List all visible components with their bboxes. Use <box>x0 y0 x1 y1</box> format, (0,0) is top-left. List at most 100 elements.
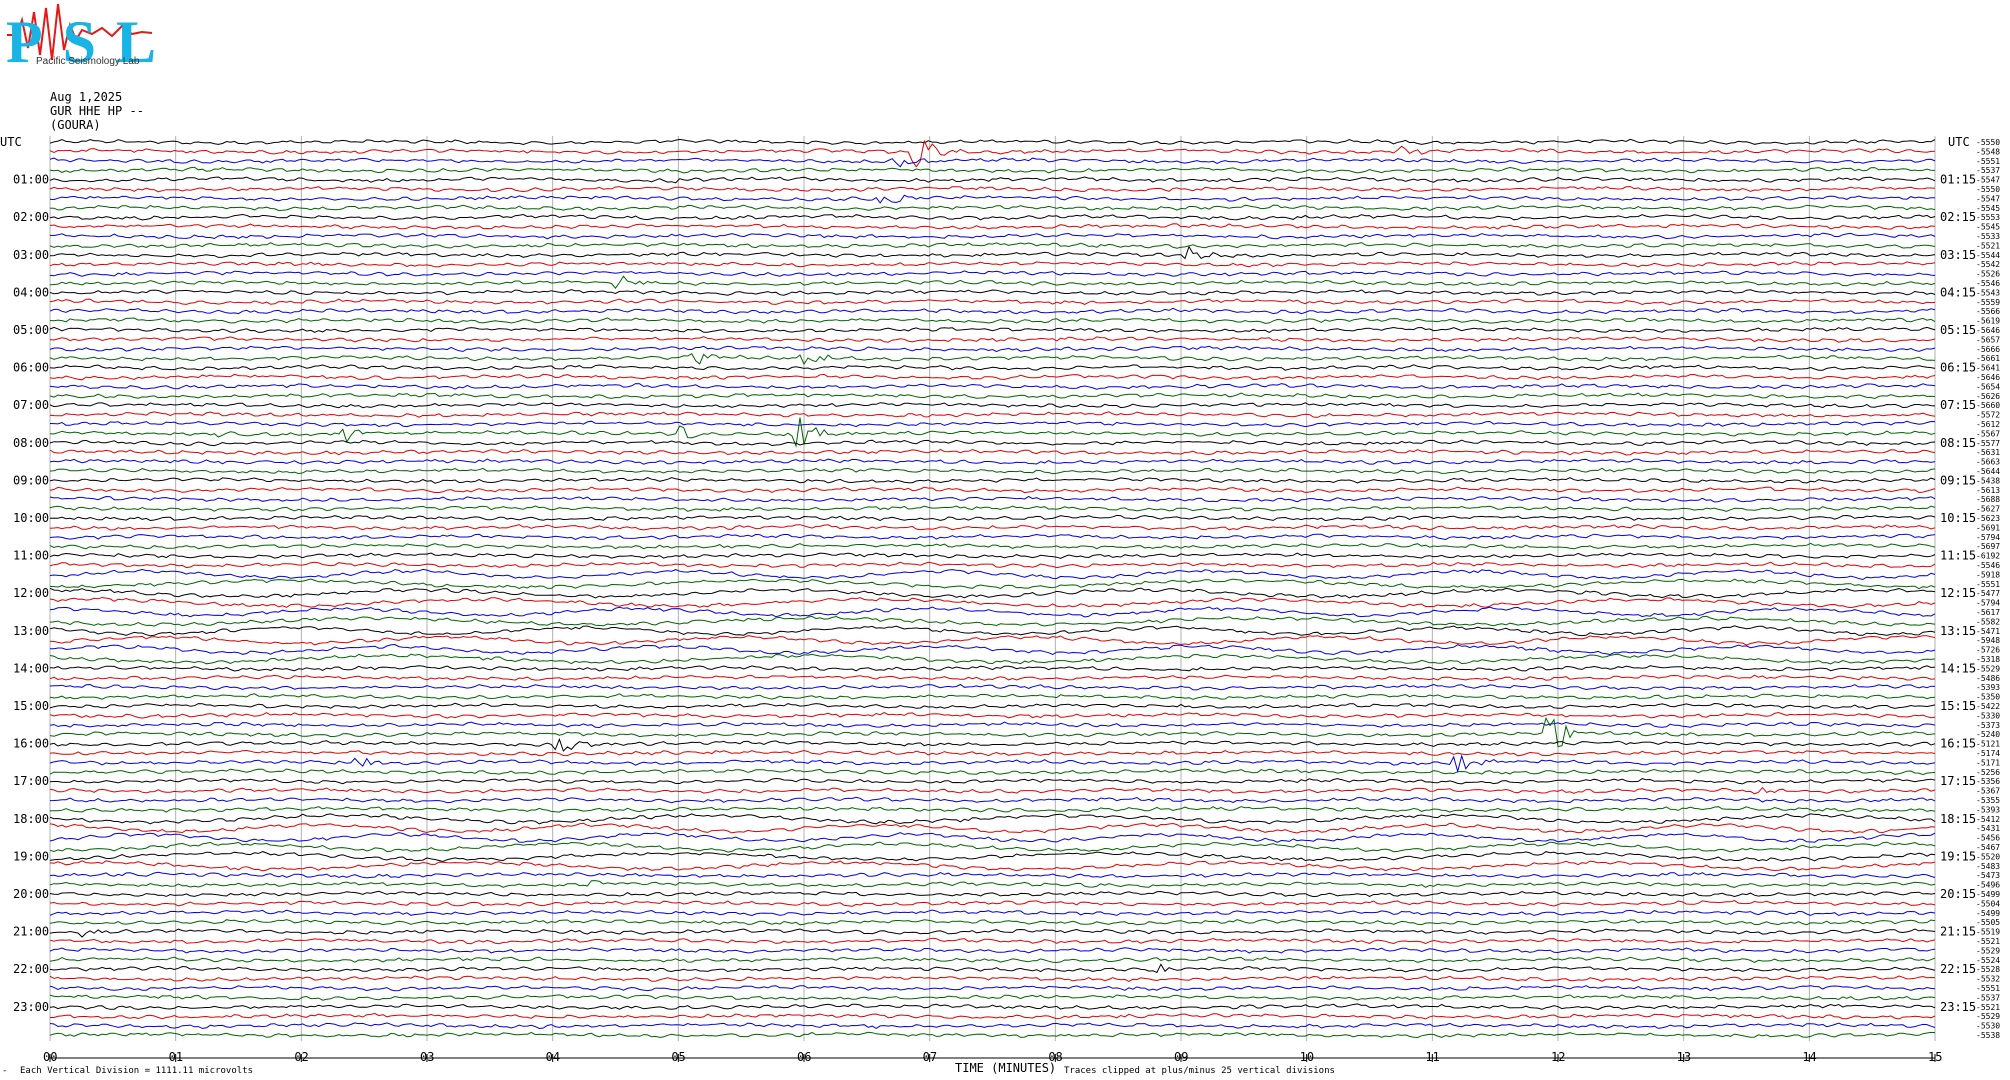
x-tick-label: 06 <box>797 1050 811 1064</box>
trace-offset-label: -5551 <box>1976 984 2000 993</box>
x-tick-label: 03 <box>420 1050 434 1064</box>
seismic-trace <box>49 683 1936 691</box>
trace-offset-label: -5521 <box>1976 937 2000 946</box>
trace-offset-label: -5412 <box>1976 815 2000 824</box>
seismic-trace <box>49 1031 1936 1039</box>
seismic-trace <box>49 606 1936 618</box>
trace-offset-label: -5473 <box>1976 871 2000 880</box>
seismic-trace <box>49 693 1936 700</box>
right-hour-label: 07:15 <box>1940 398 1976 412</box>
seismic-trace <box>49 477 1936 484</box>
seismic-trace <box>49 561 1936 569</box>
right-hour-label: 16:15 <box>1940 737 1976 751</box>
trace-offset-label: -5566 <box>1976 307 2000 316</box>
trace-offset-label: -5631 <box>1976 448 2000 457</box>
seismic-trace <box>49 486 1936 494</box>
seismic-trace <box>49 411 1936 418</box>
left-hour-label: 22:00 <box>13 962 49 976</box>
right-hour-label: 23:15 <box>1940 1000 1976 1014</box>
trace-offset-label: -5471 <box>1976 627 2000 636</box>
seismic-trace <box>49 674 1936 682</box>
seismic-trace <box>49 578 1936 590</box>
trace-offset-label: -5438 <box>1976 476 2000 485</box>
left-hour-label: 20:00 <box>13 887 49 901</box>
trace-offset-label: -5431 <box>1976 824 2000 833</box>
seismic-trace <box>49 749 1936 757</box>
seismic-trace <box>49 166 1936 174</box>
left-hour-label: 16:00 <box>13 737 49 751</box>
trace-offset-label: -5551 <box>1976 580 2000 589</box>
trace-offset-label: -5373 <box>1976 721 2000 730</box>
x-tick-label: 15 <box>1928 1050 1942 1064</box>
seismic-trace <box>49 851 1936 863</box>
trace-offset-label: -5550 <box>1976 138 2000 147</box>
trace-offset-label: -5627 <box>1976 505 2000 514</box>
division-note: Each Vertical Division = 1111.11 microvo… <box>20 1066 253 1076</box>
seismic-trace <box>49 392 1936 400</box>
trace-offset-label: -5547 <box>1976 194 2000 203</box>
trace-offset-label: -5543 <box>1976 288 2000 297</box>
trace-offset-label: -5467 <box>1976 843 2000 852</box>
trace-offset-label: -5545 <box>1976 223 2000 232</box>
seismic-trace <box>49 796 1936 804</box>
seismic-trace <box>49 157 1936 168</box>
seismic-trace <box>49 702 1936 710</box>
left-hour-label: 07:00 <box>13 398 49 412</box>
seismic-trace <box>49 232 1936 240</box>
seismic-trace <box>49 345 1936 353</box>
seismic-trace <box>49 909 1936 917</box>
seismic-trace <box>49 841 1936 853</box>
trace-offset-label: -5529 <box>1976 1012 2000 1021</box>
trace-offset-label: -5496 <box>1976 881 2000 890</box>
trace-offset-label: -5697 <box>1976 542 2000 551</box>
right-hour-label: 19:15 <box>1940 849 1976 863</box>
x-tick-label: 13 <box>1677 1050 1691 1064</box>
seismic-trace <box>49 275 1936 290</box>
trace-offset-label: -5623 <box>1976 514 2000 523</box>
seismic-trace <box>49 635 1936 646</box>
seismic-trace <box>49 307 1936 315</box>
seismic-trace <box>49 495 1936 503</box>
right-hour-label: 01:15 <box>1940 173 1976 187</box>
trace-offset-label: -5528 <box>1976 965 2000 974</box>
right-hour-label: 14:15 <box>1940 661 1976 675</box>
left-hour-label: 03:00 <box>13 248 49 262</box>
seismic-trace <box>49 417 1936 448</box>
trace-offset-labels: -5550-5548-5551-5537-5547-5550-5547-5545… <box>1976 138 2000 1040</box>
seismic-trace <box>49 176 1936 184</box>
trace-offset-label: -6192 <box>1976 552 2000 561</box>
left-hour-label: 02:00 <box>13 210 49 224</box>
trace-offset-label: -5612 <box>1976 420 2000 429</box>
seismic-trace <box>49 768 1936 776</box>
trace-offset-label: -5121 <box>1976 740 2000 749</box>
right-hour-label: 03:15 <box>1940 248 1976 262</box>
right-hour-label: 06:15 <box>1940 361 1976 375</box>
seismic-trace <box>49 533 1936 541</box>
trace-offset-label: -5688 <box>1976 495 2000 504</box>
trace-offset-label: -5641 <box>1976 364 2000 373</box>
seismic-trace <box>49 223 1936 230</box>
trace-offset-label: -5256 <box>1976 768 2000 777</box>
seismic-trace <box>49 458 1936 465</box>
seismic-trace <box>49 625 1936 637</box>
right-hour-label: 04:15 <box>1940 285 1976 299</box>
seismic-trace <box>49 777 1936 785</box>
trace-offset-label: -5483 <box>1976 862 2000 871</box>
trace-offset-label: -5519 <box>1976 928 2000 937</box>
trace-offset-label: -5794 <box>1976 533 2000 542</box>
seismogram-plot: 01:00 02:00 03:00 04:00 05:00 06:00 07:00 08:00… <box>0 135 2000 1076</box>
trace-offset-label: -5356 <box>1976 777 2000 786</box>
trace-offset-label: -5626 <box>1976 392 2000 401</box>
trace-offset-label: -5542 <box>1976 260 2000 269</box>
trace-offset-label: -5545 <box>1976 204 2000 213</box>
left-hour-labels: 01:00 02:00 03:00 04:00 05:00 06:00 07:00 08:00… <box>13 173 49 1014</box>
right-hour-labels: 01:15 02:15 03:15 04:15 05:15 06:15 07:15 08:15… <box>1940 173 1976 1014</box>
trace-offset-label: -5393 <box>1976 683 2000 692</box>
seismic-trace <box>49 514 1936 522</box>
seismic-trace <box>49 947 1936 954</box>
left-hour-label: 05:00 <box>13 323 49 337</box>
trace-offset-label: -5330 <box>1976 711 2000 720</box>
seismic-trace <box>49 665 1936 672</box>
right-hour-label: 17:15 <box>1940 774 1976 788</box>
right-hour-label: 13:15 <box>1940 624 1976 638</box>
